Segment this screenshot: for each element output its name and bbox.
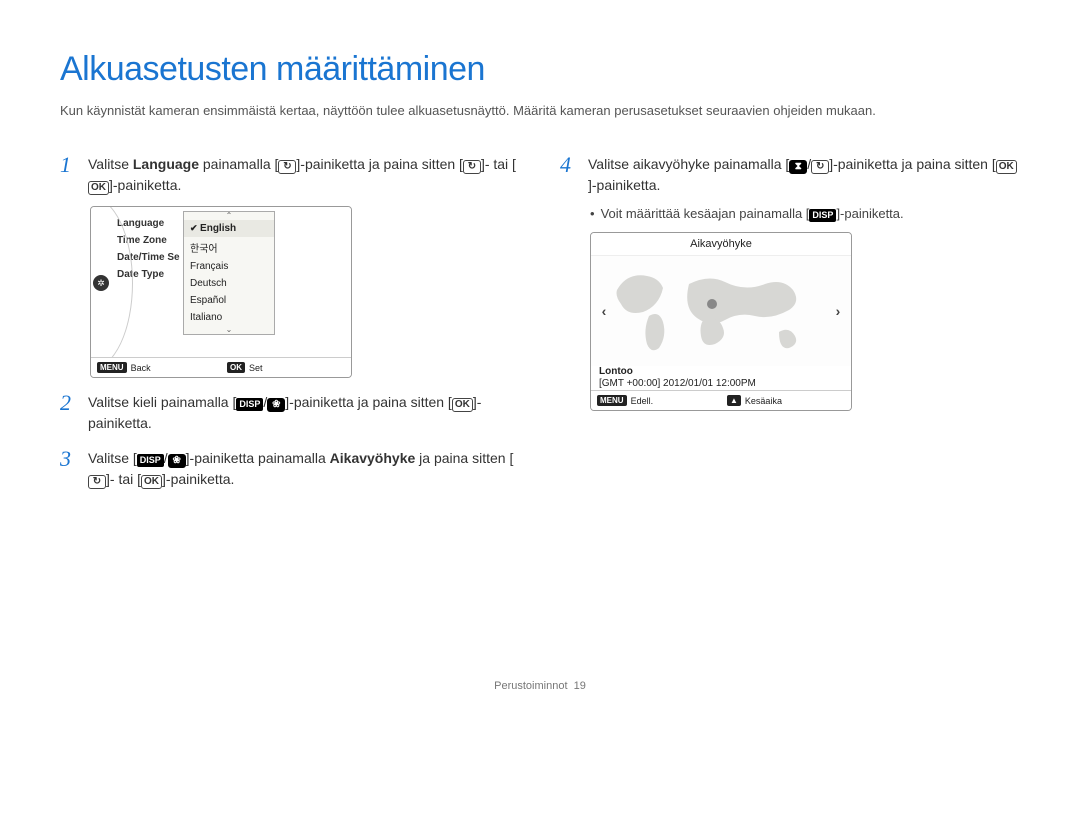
prev-label: Edell. (631, 396, 654, 406)
step-text: ]-painiketta ja paina sitten [ (296, 156, 463, 172)
timer-icon: ↻ (278, 160, 296, 174)
scroll-up-icon: ⌃ (184, 212, 274, 220)
timezone-meta: [GMT +00:00] 2012/01/01 12:00PM (599, 378, 756, 389)
macro-icon: ❀ (168, 454, 186, 468)
timezone-map-screenshot: Aikavyöhyke ‹ › (590, 232, 852, 411)
bullet-icon: • (590, 206, 595, 221)
step-bold: Aikavyöhyke (330, 450, 416, 466)
set-label: Set (249, 363, 263, 373)
world-map-icon (609, 262, 829, 360)
step-text: ]-painiketta ja paina sitten [ (829, 156, 996, 172)
step-text: Valitse kieli painamalla [ (88, 394, 236, 410)
disp-icon: DISP (137, 454, 164, 467)
step-text: Valitse (88, 156, 133, 172)
ok-key-icon: OK (227, 362, 245, 373)
chevron-right-icon: › (831, 304, 845, 318)
timer-icon: ↻ (811, 160, 829, 174)
language-menu-screenshot: ✲ Language Time Zone Date/Time Se Date T… (90, 206, 352, 378)
back-label: Back (131, 363, 151, 373)
disp-icon: DISP (809, 209, 836, 222)
language-option: Français (184, 258, 274, 275)
step-number: 4 (560, 154, 588, 176)
step-bold: Language (133, 156, 199, 172)
language-option: Español (184, 292, 274, 309)
step-4-sub: • Voit määrittää kesäajan painamalla [DIS… (590, 206, 1020, 222)
step-number: 1 (60, 154, 88, 176)
step-4: 4 Valitse aikavyöhyke painamalla [⧗/↻]-p… (560, 154, 1020, 196)
menu-item: Language (117, 215, 191, 232)
step-text: ja paina sitten [ (415, 450, 513, 466)
language-option: Deutsch (184, 275, 274, 292)
step-text: ]-painiketta ja paina sitten [ (285, 394, 452, 410)
step-2: 2 Valitse kieli painamalla [DISP/❀]-pain… (60, 392, 520, 434)
dst-label: Kesäaika (745, 396, 782, 406)
chevron-left-icon: ‹ (597, 304, 611, 318)
timer-icon: ↻ (88, 475, 106, 489)
menu-key-icon: MENU (597, 395, 627, 406)
sub-text: ]-painiketta. (836, 206, 903, 221)
menu-key-icon: MENU (97, 362, 127, 373)
ok-icon: OK (996, 160, 1017, 174)
intro-text: Kun käynnistät kameran ensimmäistä kerta… (60, 102, 1020, 120)
ok-icon: OK (88, 181, 109, 195)
step-3: 3 Valitse [DISP/❀]-painiketta painamalla… (60, 448, 520, 490)
step-text: ]-painiketta. (588, 177, 660, 193)
selected-city: Lontoo (599, 366, 843, 378)
language-option: Italiano (184, 309, 274, 326)
step-text: ]-painiketta. (162, 471, 234, 487)
ok-icon: OK (452, 398, 473, 412)
step-number: 2 (60, 392, 88, 414)
map-title: Aikavyöhyke (591, 233, 851, 256)
step-text: ]-painiketta. (109, 177, 181, 193)
sub-text: Voit määrittää kesäajan painamalla [ (601, 206, 810, 221)
step-text: ]-painiketta painamalla (186, 450, 330, 466)
language-dropdown: ⌃ English 한국어 Français Deutsch Español I… (183, 211, 275, 335)
macro-icon: ❀ (267, 398, 285, 412)
ok-icon: OK (141, 475, 162, 489)
scroll-down-icon: ⌄ (184, 326, 274, 334)
page-title: Alkuasetusten määrittäminen (60, 50, 1020, 89)
step-text: ]- tai [ (106, 471, 141, 487)
step-text: ]- tai [ (481, 156, 516, 172)
language-option: 한국어 (184, 237, 274, 258)
page-footer: Perustoiminnot 19 (60, 680, 1020, 692)
step-number: 3 (60, 448, 88, 470)
disp-icon: DISP (236, 398, 263, 411)
page-number: 19 (574, 680, 586, 692)
step-text: painamalla [ (199, 156, 278, 172)
up-key-icon: ▲ (727, 395, 741, 406)
step-text: Valitse [ (88, 450, 137, 466)
timer-icon: ↻ (463, 160, 481, 174)
section-name: Perustoiminnot (494, 680, 567, 692)
flash-icon: ⧗ (789, 160, 807, 174)
step-text: Valitse aikavyöhyke painamalla [ (588, 156, 789, 172)
step-1: 1 Valitse Language painamalla [↻]-painik… (60, 154, 520, 196)
language-option: English (184, 220, 274, 237)
